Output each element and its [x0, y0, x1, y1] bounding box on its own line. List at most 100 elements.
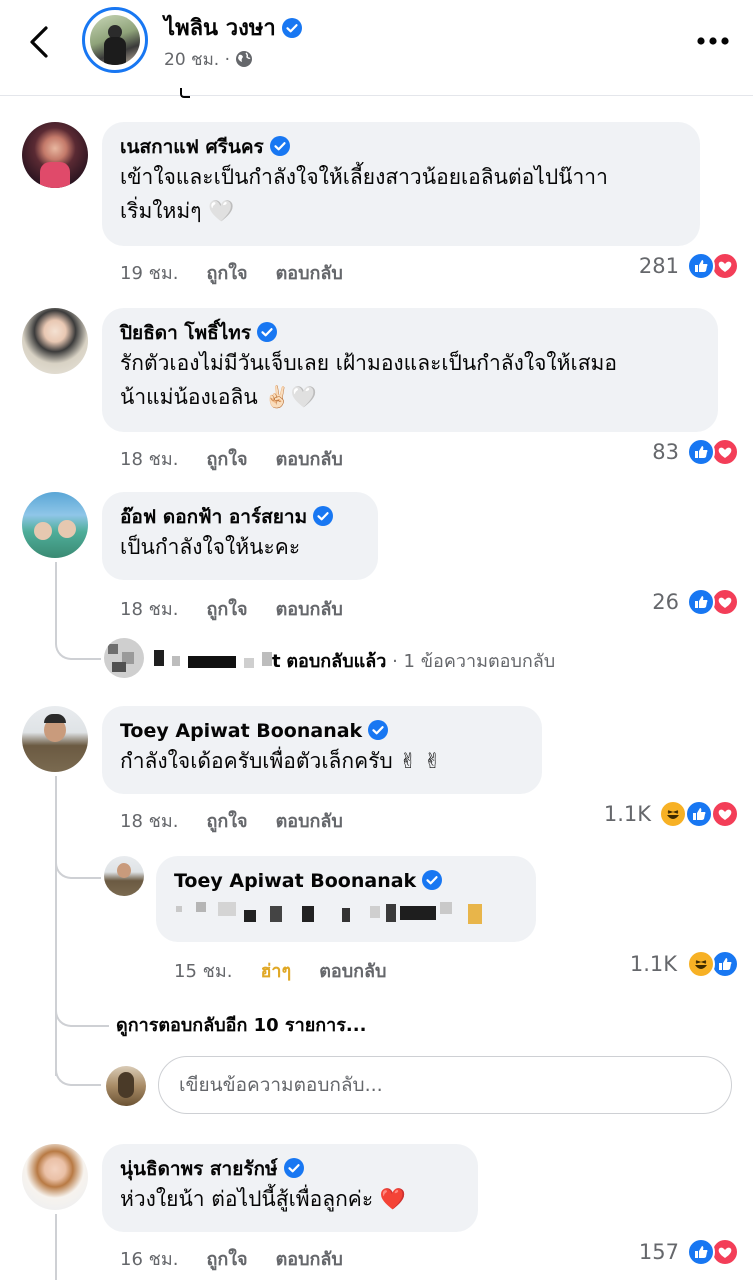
thread-connector: [55, 620, 101, 660]
verified-badge-icon: [422, 870, 443, 890]
love-icon: [711, 800, 739, 828]
comment-text: รักตัวเองไม่มีวันเจ็บเลย เฝ้ามองและเป็นก…: [120, 351, 617, 375]
verified-badge-icon: [313, 506, 334, 526]
reply-button[interactable]: ตอบกลับ: [319, 956, 386, 985]
comment-meta: 18 ชม. ถูกใจ ตอบกลับ: [120, 594, 371, 623]
verified-badge-icon: [283, 1158, 304, 1178]
reply-input[interactable]: เขียนข้อความตอบกลับ...: [158, 1056, 732, 1114]
commenter-name[interactable]: อ๊อฟ ดอกฟ้า อาร์สยาม: [120, 504, 360, 530]
reply-button[interactable]: ตอบกลับ: [276, 444, 343, 473]
love-icon: [711, 252, 739, 280]
reply-button[interactable]: ตอบกลับ: [276, 806, 343, 835]
commenter-name[interactable]: นุ่นธิดาพร สายรักษ์: [120, 1156, 460, 1182]
commenter-name-text: ปิยธิดา โพธิ์ไทร: [120, 322, 252, 344]
reply-button[interactable]: ตอบกลับ: [276, 594, 343, 623]
reaction-count[interactable]: 1.1K: [604, 802, 651, 826]
comment-time[interactable]: 15 ชม.: [174, 956, 232, 985]
verified-badge-icon: [368, 720, 389, 740]
commenter-name[interactable]: Toey Apiwat Boonanak: [120, 718, 524, 744]
comment-meta: 18 ชม. ถูกใจ ตอบกลับ: [120, 444, 371, 473]
haha-icon: [659, 800, 687, 828]
page-avatar-image: [90, 15, 140, 65]
reply-button[interactable]: ตอบกลับ: [276, 258, 343, 287]
comment-meta: 15 ชม. ฮ่าๆ ตอบกลับ: [174, 956, 414, 985]
verified-badge-icon: [281, 18, 302, 38]
post-time-text: 20 ชม.: [164, 50, 220, 70]
comment-meta: 18 ชม. ถูกใจ ตอบกลับ: [120, 806, 371, 835]
time-separator: ·: [219, 50, 236, 70]
comment-bubble: อ๊อฟ ดอกฟ้า อาร์สยาม เป็นกำลังใจให้นะคะ: [102, 492, 378, 580]
commenter-name[interactable]: ปิยธิดา โพธิ์ไทร: [120, 320, 700, 346]
comment-text: เป็นกำลังใจให้นะคะ: [120, 535, 301, 559]
avatar[interactable]: [22, 308, 88, 374]
page-avatar[interactable]: [82, 7, 148, 73]
reaction-count[interactable]: 83: [652, 440, 679, 464]
commenter-name-text: เนสกาแฟ ศรีนคร: [120, 136, 264, 158]
blurred-name: [262, 652, 272, 666]
avatar[interactable]: [22, 492, 88, 558]
current-user-avatar: [106, 1066, 146, 1106]
view-more-replies-link[interactable]: ดูการตอบกลับอีก 10 รายการ...: [116, 1010, 366, 1039]
like-button[interactable]: ถูกใจ: [206, 258, 247, 287]
avatar[interactable]: [22, 1144, 88, 1210]
comment-time[interactable]: 18 ชม.: [120, 594, 178, 623]
thread-connector: [55, 985, 109, 1027]
comment-bubble: ปิยธิดา โพธิ์ไทร รักตัวเองไม่มีวันเจ็บเล…: [102, 308, 718, 432]
reaction-icons[interactable]: [683, 950, 741, 978]
collapsed-reply[interactable]: t ตอบกลับแล้ว · 1 ข้อความตอบกลับ: [272, 646, 555, 675]
comment-time[interactable]: 18 ชม.: [120, 806, 178, 835]
haha-icon: [687, 950, 715, 978]
commenter-name[interactable]: เนสกาแฟ ศรีนคร: [120, 134, 682, 160]
reaction-icons[interactable]: [683, 252, 741, 280]
thread-line: [55, 1214, 57, 1280]
post-time[interactable]: 20 ชม. ·: [164, 46, 253, 73]
cutoff-text-fragment: [180, 88, 190, 98]
reaction-count[interactable]: 1.1K: [630, 952, 677, 976]
reaction-icons[interactable]: [683, 588, 741, 616]
thread-connector: [55, 845, 101, 879]
commenter-name-text: นุ่นธิดาพร สายรักษ์: [120, 1158, 278, 1180]
reaction-icons[interactable]: [683, 438, 741, 466]
comment-text: เริ่มใหม่ๆ 🤍: [120, 199, 235, 223]
thread-connector: [55, 1040, 101, 1086]
love-icon: [711, 588, 739, 616]
comment-time[interactable]: 16 ชม.: [120, 1244, 178, 1273]
blurred-name: [172, 656, 180, 666]
love-icon: [711, 1238, 739, 1266]
chevron-left-icon[interactable]: [22, 22, 58, 62]
comment-bubble: นุ่นธิดาพร สายรักษ์ ห่วงใยน้า ต่อไปนี้สู…: [102, 1144, 478, 1232]
page-name-text: ไพลิน วงษา: [164, 16, 276, 41]
reply-count: · 1 ข้อความตอบกลับ: [386, 651, 556, 672]
avatar[interactable]: [22, 706, 88, 772]
reaction-count[interactable]: 157: [639, 1240, 679, 1264]
like-button[interactable]: ถูกใจ: [206, 1244, 247, 1273]
thread-line: [55, 776, 57, 1076]
blurred-name: [244, 658, 254, 668]
verified-badge-icon: [257, 322, 278, 342]
reaction-icons[interactable]: [655, 800, 741, 828]
reply-bubble: Toey Apiwat Boonanak: [156, 856, 536, 942]
like-icon: [687, 252, 715, 280]
reply-button[interactable]: ตอบกลับ: [276, 1244, 343, 1273]
blurred-comment-text: [174, 894, 518, 924]
like-icon: [687, 1238, 715, 1266]
comment-time[interactable]: 19 ชม.: [120, 258, 178, 287]
avatar[interactable]: [22, 122, 88, 188]
avatar[interactable]: [104, 856, 144, 896]
comment-bubble: เนสกาแฟ ศรีนคร เข้าใจและเป็นกำลังใจให้เล…: [102, 122, 700, 246]
like-button[interactable]: ถูกใจ: [206, 594, 247, 623]
verified-badge-icon: [269, 136, 290, 156]
commenter-name-text: Toey Apiwat Boonanak: [174, 870, 417, 892]
reaction-count[interactable]: 281: [639, 254, 679, 278]
like-button[interactable]: ถูกใจ: [206, 444, 247, 473]
haha-reaction-button[interactable]: ฮ่าๆ: [260, 956, 291, 985]
reaction-count[interactable]: 26: [652, 590, 679, 614]
commenter-name[interactable]: Toey Apiwat Boonanak: [174, 868, 518, 894]
like-button[interactable]: ถูกใจ: [206, 806, 247, 835]
more-horizontal-icon[interactable]: [693, 26, 733, 56]
love-icon: [711, 438, 739, 466]
replier-avatar[interactable]: [104, 638, 144, 678]
page-name[interactable]: ไพลิน วงษา: [164, 10, 302, 45]
reaction-icons[interactable]: [683, 1238, 741, 1266]
comment-time[interactable]: 18 ชม.: [120, 444, 178, 473]
